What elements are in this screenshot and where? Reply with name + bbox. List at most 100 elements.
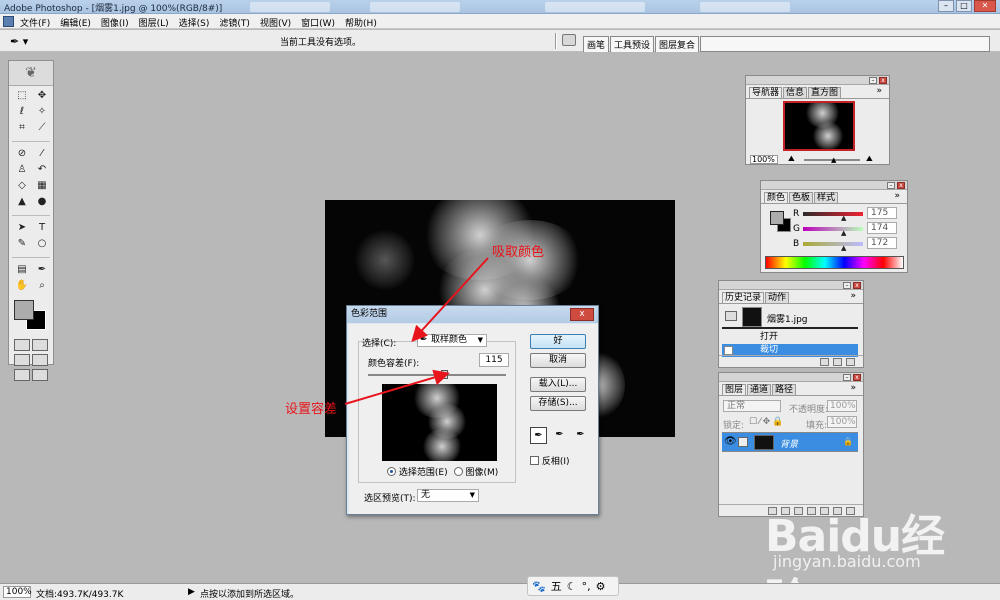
- lasso-icon[interactable]: ℓ: [12, 104, 32, 120]
- blend-mode-dropdown[interactable]: 正常: [723, 400, 781, 412]
- blue-value-field[interactable]: 172: [867, 237, 897, 249]
- standard-mode-icon[interactable]: [14, 339, 30, 351]
- palette-close-icon[interactable]: x: [853, 282, 861, 289]
- opacity-field[interactable]: 100%: [827, 400, 857, 412]
- blur-icon[interactable]: ▲: [12, 194, 32, 210]
- history-snapshot[interactable]: 烟雾1.jpg: [722, 307, 858, 329]
- green-slider-thumb[interactable]: ▲: [841, 229, 846, 237]
- palette-minimize-icon[interactable]: –: [887, 182, 895, 189]
- ime-paw-icon[interactable]: 🐾: [532, 580, 546, 593]
- radio-selection[interactable]: 选择范围(E): [387, 465, 448, 478]
- foreground-color-swatch[interactable]: [14, 300, 34, 320]
- zoom-slider-thumb[interactable]: ▲: [831, 156, 836, 164]
- palette-menu-icon[interactable]: »: [848, 291, 858, 302]
- history-brush-icon[interactable]: ↶: [32, 162, 52, 178]
- tab-tool-presets[interactable]: 工具预设: [610, 36, 655, 52]
- tab-layer-comps[interactable]: 图层复合: [655, 36, 700, 52]
- selection-preview-dropdown[interactable]: 无 ▼: [417, 489, 479, 502]
- file-browser-icon[interactable]: [562, 34, 576, 46]
- radio-image-dot[interactable]: [453, 467, 463, 476]
- tab-info[interactable]: 信息: [783, 87, 808, 98]
- green-slider[interactable]: [803, 227, 863, 231]
- blue-slider[interactable]: [803, 242, 863, 246]
- palette-close-icon[interactable]: x: [897, 182, 905, 189]
- history-item-open[interactable]: 打开: [722, 331, 858, 344]
- marquee-icon[interactable]: ⬚: [12, 88, 32, 104]
- tab-channels[interactable]: 通道: [747, 384, 772, 395]
- eraser-icon[interactable]: ◇: [12, 178, 32, 194]
- dialog-close-button[interactable]: x: [570, 308, 594, 321]
- fuzziness-slider-track[interactable]: [368, 374, 506, 376]
- magic-wand-icon[interactable]: ✧: [32, 104, 52, 120]
- tab-paths[interactable]: 路径: [772, 384, 797, 395]
- minimize-button[interactable]: –: [938, 0, 954, 12]
- menu-window[interactable]: 窗口(W): [301, 15, 335, 30]
- palette-menu-icon[interactable]: »: [874, 86, 884, 97]
- color-spectrum-bar[interactable]: [765, 256, 904, 269]
- jump-to-imageready-icon[interactable]: [14, 369, 30, 381]
- gear-icon[interactable]: ⚙: [596, 580, 606, 593]
- eyedropper-icon[interactable]: ✒: [530, 427, 547, 444]
- tab-actions[interactable]: 动作: [765, 292, 790, 303]
- menu-layer[interactable]: 图层(L): [139, 15, 169, 30]
- navigator-thumbnail[interactable]: [783, 101, 855, 151]
- path-selection-icon[interactable]: ➤: [12, 220, 32, 236]
- blue-slider-thumb[interactable]: ▲: [841, 244, 846, 252]
- menu-filter[interactable]: 滤镜(T): [219, 15, 250, 30]
- move-icon[interactable]: ✥: [32, 88, 52, 104]
- trash-icon[interactable]: [846, 358, 855, 366]
- tab-swatches[interactable]: 色板: [789, 192, 814, 203]
- tab-color[interactable]: 颜色: [764, 192, 789, 203]
- foreground-color-swatch[interactable]: [770, 211, 784, 225]
- new-snapshot-icon[interactable]: [833, 358, 842, 366]
- feather-logo-icon[interactable]: ❦: [9, 61, 53, 86]
- tab-histogram[interactable]: 直方图: [808, 87, 842, 98]
- palette-menu-icon[interactable]: »: [848, 383, 858, 394]
- history-item-checkbox[interactable]: [724, 346, 733, 355]
- punctuation-icon[interactable]: °,: [582, 580, 591, 593]
- edit-in-imageready-icon[interactable]: [32, 369, 48, 381]
- layer-row-background[interactable]: 👁 背景 🔒: [722, 432, 858, 452]
- radio-image[interactable]: 图像(M): [453, 465, 498, 478]
- menu-image[interactable]: 图像(I): [101, 15, 129, 30]
- history-source-icon[interactable]: [725, 311, 737, 321]
- lock-options-icon[interactable]: ☐⁄✥🔒: [749, 417, 785, 427]
- palette-close-icon[interactable]: x: [853, 374, 861, 381]
- slice-icon[interactable]: ⟋: [32, 120, 52, 136]
- ok-button[interactable]: 好: [530, 334, 586, 349]
- red-value-field[interactable]: 175: [867, 207, 897, 219]
- quick-mask-icon[interactable]: [32, 339, 48, 351]
- menu-file[interactable]: 文件(F): [20, 15, 50, 30]
- gradient-icon[interactable]: ▦: [32, 178, 52, 194]
- eyedropper-minus-icon[interactable]: ✒: [572, 427, 589, 444]
- zoom-icon[interactable]: ⌕: [32, 278, 52, 294]
- eyedropper-tool-icon[interactable]: ✒: [32, 262, 52, 278]
- tab-navigator[interactable]: 导航器: [749, 87, 783, 98]
- palette-menu-icon[interactable]: »: [892, 191, 902, 202]
- tab-history[interactable]: 历史记录: [722, 292, 765, 303]
- eyedropper-icon[interactable]: ✒ ▾: [10, 35, 28, 48]
- cancel-button[interactable]: 取消: [530, 353, 586, 368]
- layer-link-icon[interactable]: [738, 437, 748, 447]
- select-dropdown[interactable]: ✒ 取样颜色 ▼: [417, 334, 487, 347]
- fuzziness-input[interactable]: 115: [479, 353, 509, 367]
- fuzziness-slider-thumb[interactable]: [440, 370, 448, 379]
- menu-view[interactable]: 视图(V): [260, 15, 291, 30]
- save-button[interactable]: 存储(S)...: [530, 396, 586, 411]
- visibility-eye-icon[interactable]: 👁: [724, 436, 737, 447]
- maximize-button[interactable]: □: [956, 0, 972, 12]
- fill-field[interactable]: 100%: [827, 416, 857, 428]
- green-value-field[interactable]: 174: [867, 222, 897, 234]
- menu-help[interactable]: 帮助(H): [345, 15, 377, 30]
- type-icon[interactable]: T: [32, 220, 52, 236]
- dodge-icon[interactable]: ●: [32, 194, 52, 210]
- moon-icon[interactable]: ☾: [567, 580, 577, 593]
- menu-edit[interactable]: 编辑(E): [60, 15, 91, 30]
- crop-icon[interactable]: ⌗: [12, 120, 32, 136]
- zoom-out-icon[interactable]: ⛰: [788, 154, 795, 164]
- screen-mode-full-icon[interactable]: [32, 354, 48, 366]
- clone-stamp-icon[interactable]: ♙: [12, 162, 32, 178]
- screen-mode-standard-icon[interactable]: [14, 354, 30, 366]
- photoshop-app-icon[interactable]: [3, 16, 14, 27]
- new-document-icon[interactable]: [820, 358, 829, 366]
